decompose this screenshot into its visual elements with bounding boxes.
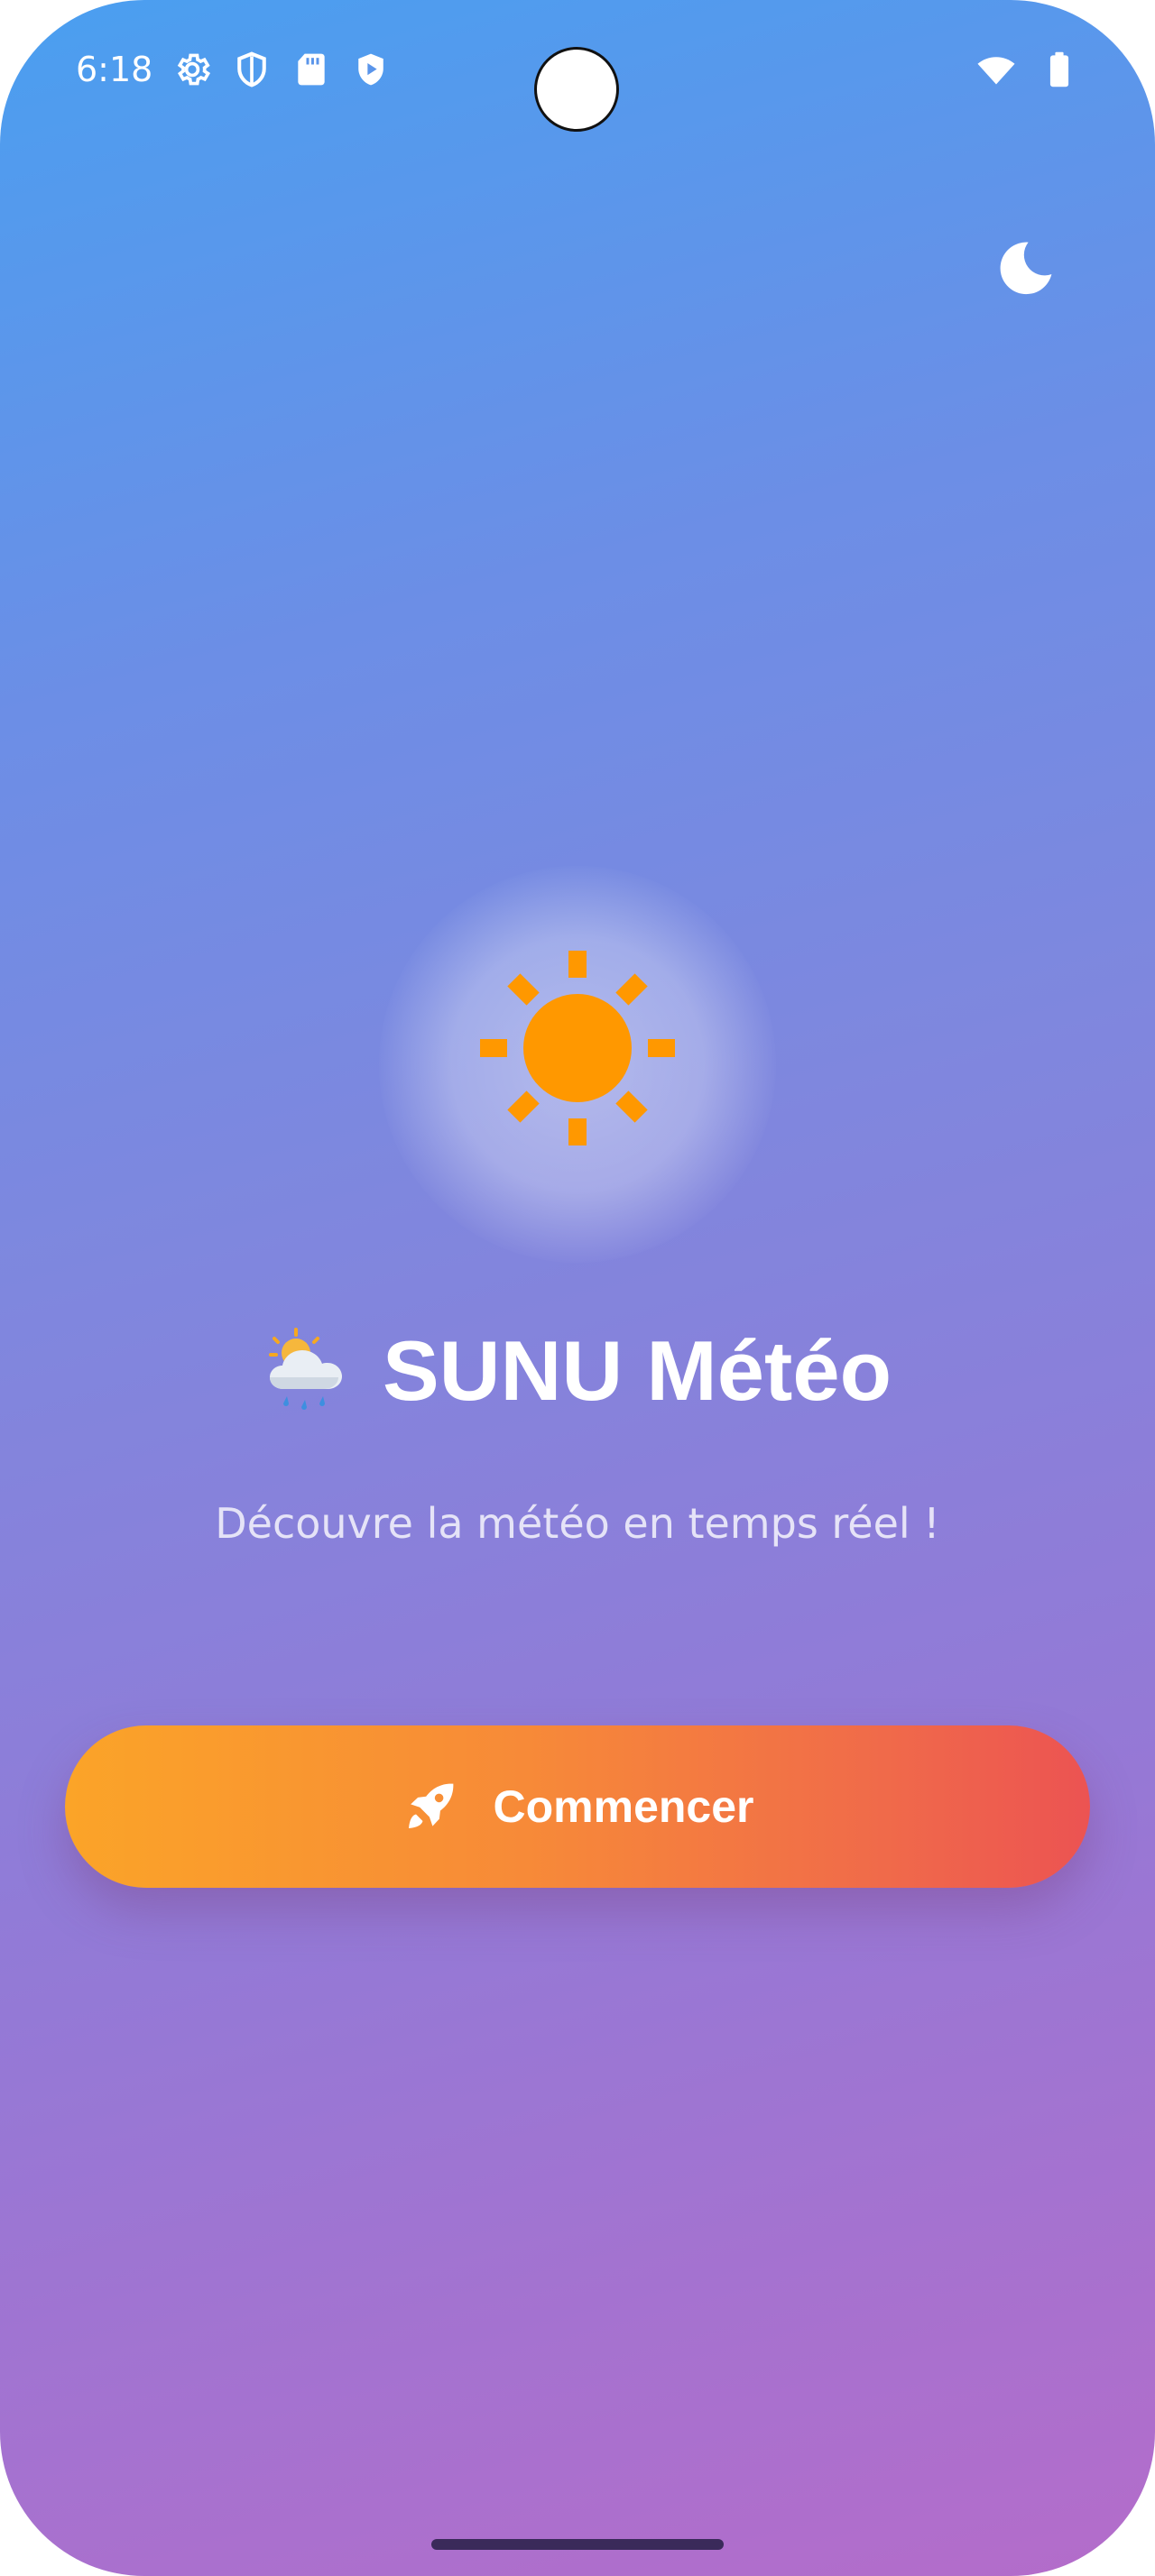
gear-icon xyxy=(178,53,211,86)
start-button-label: Commencer xyxy=(493,1781,754,1832)
sun-icon xyxy=(480,951,675,1145)
sun-behind-rain-cloud-icon xyxy=(268,1328,342,1410)
sd-card-icon xyxy=(298,53,326,86)
subtitle: Découvre la météo en temps réel ! xyxy=(215,1499,940,1548)
start-button[interactable]: Commencer xyxy=(65,1725,1090,1888)
front-camera xyxy=(534,47,619,132)
moon-icon[interactable] xyxy=(993,236,1058,301)
status-bar-right xyxy=(976,50,1079,89)
status-time: 6:18 xyxy=(76,50,153,89)
app-screen: 6:18 SUNU Météo Découvre la météo en tem… xyxy=(0,0,1155,2576)
shield-icon xyxy=(237,51,267,87)
wifi-icon xyxy=(977,57,1015,85)
battery-icon xyxy=(1049,51,1069,87)
home-indicator[interactable] xyxy=(431,2539,724,2550)
status-bar-left: 6:18 xyxy=(76,50,391,89)
app-title: SUNU Météo xyxy=(382,1323,892,1418)
play-shield-icon xyxy=(358,53,384,86)
title-row: SUNU Météo xyxy=(0,1326,1155,1416)
rocket-icon xyxy=(408,1783,453,1828)
